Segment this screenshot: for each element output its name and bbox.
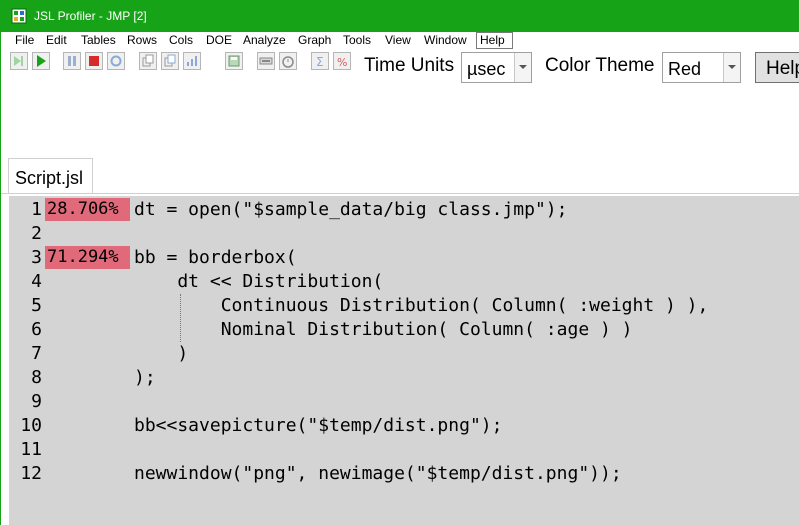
- svg-text:%: %: [337, 56, 347, 68]
- code-line[interactable]: newwindow("png", newimage("$temp/dist.pn…: [134, 462, 622, 486]
- time-units-value: µsec: [467, 59, 506, 79]
- export-icon[interactable]: [257, 52, 275, 70]
- color-theme-value: Red: [668, 59, 702, 79]
- menu-doe[interactable]: DOE: [203, 32, 235, 49]
- menu-rows[interactable]: Rows: [124, 32, 160, 49]
- help-button-label: Help: [766, 58, 799, 79]
- pause-icon[interactable]: [63, 52, 81, 70]
- line-number: 2: [31, 223, 42, 244]
- code-line[interactable]: dt << Distribution(: [134, 270, 383, 294]
- help-button[interactable]: Help: [755, 52, 799, 83]
- code-line[interactable]: Continuous Distribution( Column( :weight…: [134, 294, 709, 318]
- line-number: 7: [31, 343, 42, 364]
- code-line[interactable]: ): [134, 342, 188, 366]
- code-line[interactable]: Nominal Distribution( Column( :age ) ): [134, 318, 633, 342]
- profiler-toolbar: Σ % Time Units µsec Color Theme Red Help: [1, 50, 799, 90]
- timer-icon[interactable]: [279, 52, 297, 70]
- tab-script-jsl[interactable]: Script.jsl: [8, 158, 93, 194]
- color-theme-dropdown[interactable]: Red: [662, 52, 741, 83]
- code-line[interactable]: bb<<savepicture("$temp/dist.png");: [134, 414, 502, 438]
- code-line[interactable]: dt = open("$sample_data/big class.jmp");: [134, 198, 567, 222]
- copy-report-icon[interactable]: [139, 52, 157, 70]
- svg-text:Σ: Σ: [316, 55, 324, 68]
- menu-analyze[interactable]: Analyze: [240, 32, 289, 49]
- step-icon[interactable]: [10, 52, 28, 70]
- window-title: JSL Profiler - JMP [2]: [34, 9, 147, 23]
- title-bar[interactable]: JSL Profiler - JMP [2]: [1, 0, 799, 32]
- exclude-icon[interactable]: %: [333, 52, 351, 70]
- menu-window[interactable]: Window: [421, 32, 470, 49]
- chevron-down-icon[interactable]: [723, 53, 740, 82]
- percent-time-line-3: 71.294%: [45, 246, 130, 269]
- line-number: 10: [20, 415, 42, 436]
- line-number: 8: [31, 367, 42, 388]
- color-theme-label: Color Theme: [545, 55, 655, 76]
- line-number: 5: [31, 295, 42, 316]
- refresh-icon[interactable]: [107, 52, 125, 70]
- save-icon[interactable]: [225, 52, 243, 70]
- line-number: 3: [31, 247, 42, 268]
- menu-tables[interactable]: Tables: [78, 32, 119, 49]
- menu-cols[interactable]: Cols: [166, 32, 196, 49]
- tab-divider: [1, 193, 799, 194]
- jsl-profiler-window: JSL Profiler - JMP [2] File Edit Tables …: [0, 0, 799, 525]
- menu-file[interactable]: File: [12, 32, 37, 49]
- line-number: 6: [31, 319, 42, 340]
- code-line[interactable]: bb = borderbox(: [134, 246, 297, 270]
- script-editor[interactable]: 1 2 3 4 5 6 7 8 9 10 11 12 28.706% 71.29…: [9, 196, 799, 525]
- menu-tools[interactable]: Tools: [340, 32, 374, 49]
- sum-icon[interactable]: Σ: [311, 52, 329, 70]
- code-line[interactable]: );: [134, 366, 156, 390]
- chevron-down-icon[interactable]: [514, 53, 531, 82]
- copy-icon[interactable]: [161, 52, 179, 70]
- line-number: 1: [31, 199, 42, 220]
- tab-label: Script.jsl: [15, 168, 84, 188]
- line-number: 12: [20, 463, 42, 484]
- menu-graph[interactable]: Graph: [295, 32, 334, 49]
- menu-help[interactable]: Help: [476, 32, 513, 49]
- line-number: 9: [31, 391, 42, 412]
- line-number: 4: [31, 271, 42, 292]
- percent-time-line-1: 28.706%: [45, 198, 130, 221]
- time-units-label: Time Units: [364, 55, 455, 76]
- stop-icon[interactable]: [85, 52, 103, 70]
- chart-icon[interactable]: [183, 52, 201, 70]
- run-icon[interactable]: [32, 52, 50, 70]
- jmp-app-icon: [11, 8, 27, 24]
- line-number: 11: [20, 439, 42, 460]
- time-units-dropdown[interactable]: µsec: [461, 52, 532, 83]
- menu-edit[interactable]: Edit: [43, 32, 70, 49]
- menu-view[interactable]: View: [382, 32, 414, 49]
- menu-bar: File Edit Tables Rows Cols DOE Analyze G…: [1, 32, 799, 50]
